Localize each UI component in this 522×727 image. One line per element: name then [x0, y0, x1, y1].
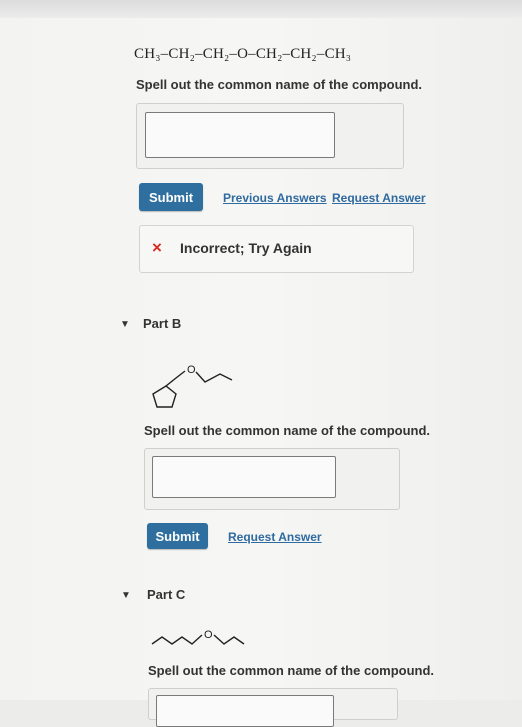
part-b-submit-button[interactable]: Submit: [147, 523, 208, 549]
part-c-prompt: Spell out the common name of the compoun…: [148, 663, 435, 678]
cyclopentane-ring: [152, 385, 177, 408]
part-c-structure: O: [151, 629, 245, 645]
part-b-answer-input[interactable]: [152, 456, 336, 498]
part-c-answer-container: [148, 688, 398, 727]
part-a-submit-button[interactable]: Submit: [139, 183, 203, 211]
part-b-structure: O: [152, 364, 233, 408]
part-b-prompt: Spell out the common name of the compoun…: [144, 423, 431, 438]
part-c-oxygen-label: O: [204, 629, 213, 641]
part-a-prompt: Spell out the common name of the compoun…: [136, 77, 423, 92]
part-b-request-answer-link[interactable]: Request Answer: [228, 530, 322, 544]
part-a-formula: CH₃–CH₂–CH₂–O–CH₂–CH₂–CH₃: [134, 46, 352, 62]
feedback-message: Incorrect; Try Again: [180, 240, 312, 256]
ether-bond-left: [165, 370, 186, 387]
part-c-title: Part C: [147, 587, 186, 602]
ether-chain-right: [213, 634, 245, 645]
part-a-answer-container: [136, 103, 404, 169]
part-c-collapse-toggle[interactable]: ▼: [121, 590, 131, 601]
ether-chain-right: [195, 371, 233, 383]
part-a-request-answer-link[interactable]: Request Answer: [332, 191, 426, 205]
part-b-answer-container: [144, 448, 400, 510]
ether-chain-left: [151, 634, 203, 645]
feedback-box: × Incorrect; Try Again: [139, 225, 414, 273]
previous-answers-link[interactable]: Previous Answers: [223, 191, 327, 205]
part-b-collapse-toggle[interactable]: ▼: [120, 319, 130, 330]
part-a-answer-input[interactable]: [145, 112, 335, 158]
top-edge: [0, 0, 522, 18]
incorrect-icon: ×: [152, 238, 162, 257]
part-b-title: Part B: [143, 316, 182, 331]
part-b-oxygen-label: O: [187, 364, 196, 376]
